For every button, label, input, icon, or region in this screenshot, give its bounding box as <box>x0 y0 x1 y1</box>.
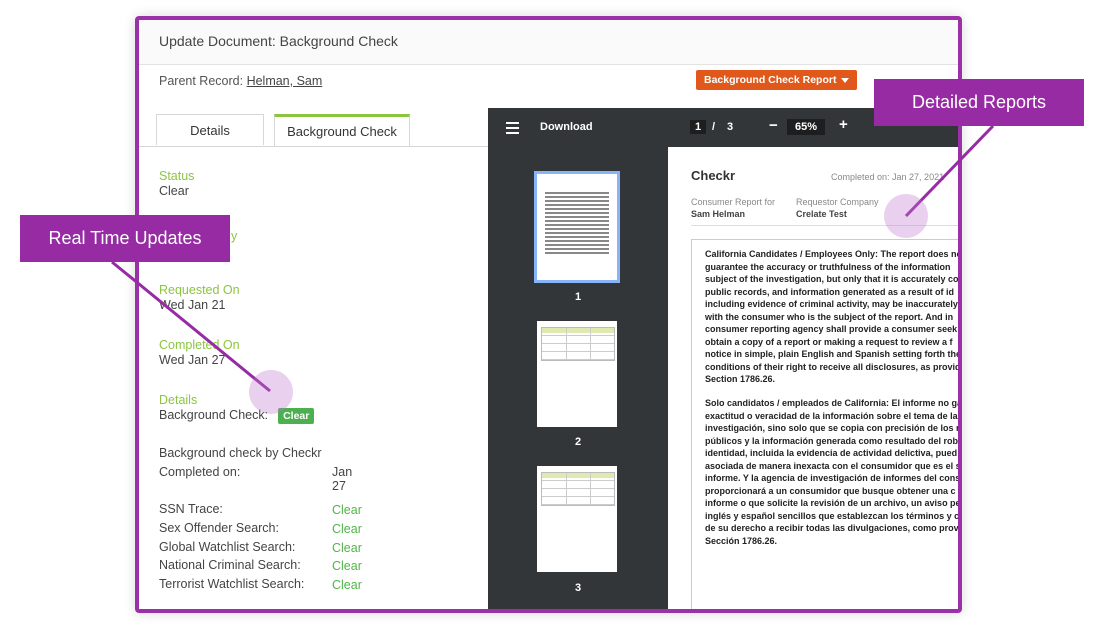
callout-detailed-reports: Detailed Reports <box>874 79 1084 126</box>
highlight-dot <box>249 370 293 414</box>
highlight-dot <box>884 194 928 238</box>
callout-real-time-updates: Real Time Updates <box>20 215 230 262</box>
